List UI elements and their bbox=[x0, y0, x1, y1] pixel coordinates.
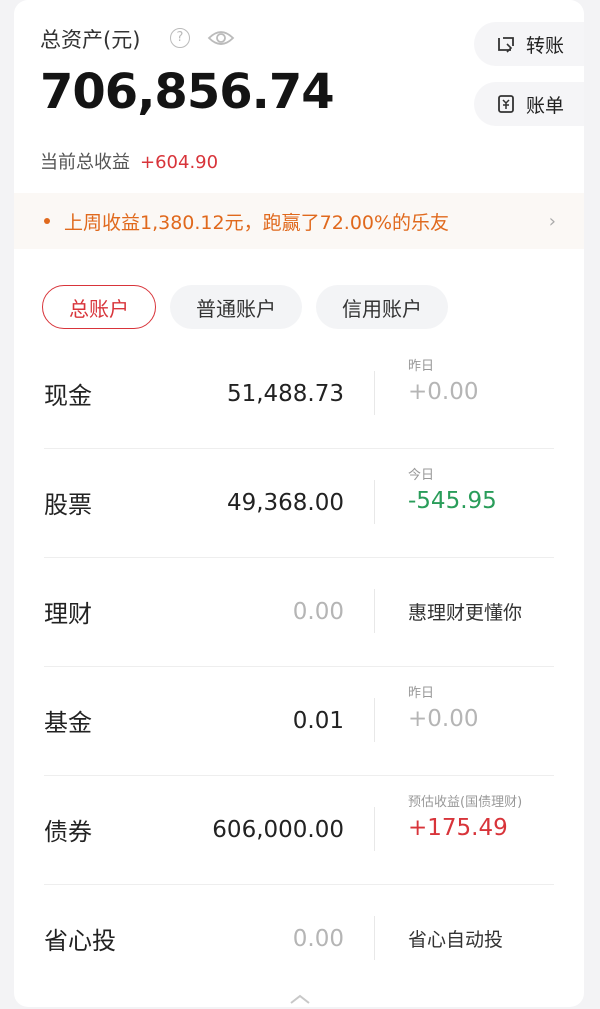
divider bbox=[374, 480, 375, 524]
bill-icon bbox=[496, 94, 516, 114]
promo-note[interactable]: 惠理财更懂你 bbox=[408, 557, 522, 666]
total-profit-label: 当前总收益 bbox=[40, 152, 130, 173]
transfer-icon bbox=[496, 34, 516, 54]
account-row-cash[interactable]: 现金 51,488.73 昨日 +0.00 bbox=[44, 339, 554, 448]
notice-text: 上周收益1,380.12元，跑赢了72.00%的乐友 bbox=[64, 211, 450, 234]
divider bbox=[374, 589, 375, 633]
change-value: +175.49 bbox=[408, 815, 508, 841]
total-assets-value: 706,856.74 bbox=[40, 64, 335, 120]
bill-label: 账单 bbox=[526, 94, 565, 117]
bill-button[interactable]: 账单 bbox=[474, 82, 584, 126]
change-period-label: 今日 bbox=[408, 468, 435, 483]
chevron-right-icon: › bbox=[548, 211, 556, 232]
promo-note[interactable]: 省心自动投 bbox=[408, 884, 503, 993]
account-name: 现金 bbox=[44, 382, 92, 410]
change-period-label: 预估收益(国债理财) bbox=[408, 795, 523, 810]
transfer-button[interactable]: 转账 bbox=[474, 22, 584, 66]
tab-total-account[interactable]: 总账户 bbox=[42, 285, 156, 329]
change-period-label: 昨日 bbox=[408, 686, 435, 701]
account-amount: 606,000.00 bbox=[212, 816, 344, 843]
chevron-up-icon[interactable] bbox=[289, 990, 311, 1009]
tab-credit-account[interactable]: 信用账户 bbox=[316, 285, 448, 329]
notice-dot-icon bbox=[44, 218, 50, 224]
eye-icon[interactable] bbox=[207, 28, 235, 52]
tab-normal-account[interactable]: 普通账户 bbox=[170, 285, 302, 329]
account-name: 债券 bbox=[44, 818, 92, 846]
divider bbox=[374, 807, 375, 851]
account-name: 股票 bbox=[44, 491, 92, 519]
weekly-profit-notice[interactable]: 上周收益1,380.12元，跑赢了72.00%的乐友 › bbox=[14, 193, 584, 249]
divider bbox=[374, 698, 375, 742]
change-period-label: 昨日 bbox=[408, 359, 435, 374]
help-icon[interactable]: ? bbox=[170, 28, 190, 48]
change-value: +0.00 bbox=[408, 706, 479, 732]
total-profit: 当前总收益 +604.90 bbox=[40, 148, 218, 174]
account-amount: 0.00 bbox=[292, 925, 344, 952]
account-amount: 0.01 bbox=[292, 707, 344, 734]
account-row-auto-invest[interactable]: 省心投 0.00 省心自动投 bbox=[44, 884, 554, 993]
account-amount: 0.00 bbox=[292, 598, 344, 625]
account-tabs: 总账户 普通账户 信用账户 bbox=[42, 285, 448, 329]
account-row-bond[interactable]: 债券 606,000.00 预估收益(国债理财) +175.49 bbox=[44, 775, 554, 884]
account-row-stock[interactable]: 股票 49,368.00 今日 -545.95 bbox=[44, 448, 554, 557]
change-value: +0.00 bbox=[408, 379, 479, 405]
divider bbox=[374, 916, 375, 960]
account-name: 理财 bbox=[44, 600, 92, 628]
account-amount: 49,368.00 bbox=[226, 489, 344, 516]
account-row-fund[interactable]: 基金 0.01 昨日 +0.00 bbox=[44, 666, 554, 775]
account-amount: 51,488.73 bbox=[226, 380, 344, 407]
total-profit-value: +604.90 bbox=[140, 152, 219, 173]
account-row-wealth[interactable]: 理财 0.00 惠理财更懂你 bbox=[44, 557, 554, 666]
total-assets-label: 总资产(元) bbox=[40, 28, 141, 52]
transfer-label: 转账 bbox=[526, 34, 565, 57]
divider bbox=[374, 371, 375, 415]
account-name: 基金 bbox=[44, 709, 92, 737]
change-value: -545.95 bbox=[408, 488, 497, 514]
account-name: 省心投 bbox=[44, 927, 116, 955]
